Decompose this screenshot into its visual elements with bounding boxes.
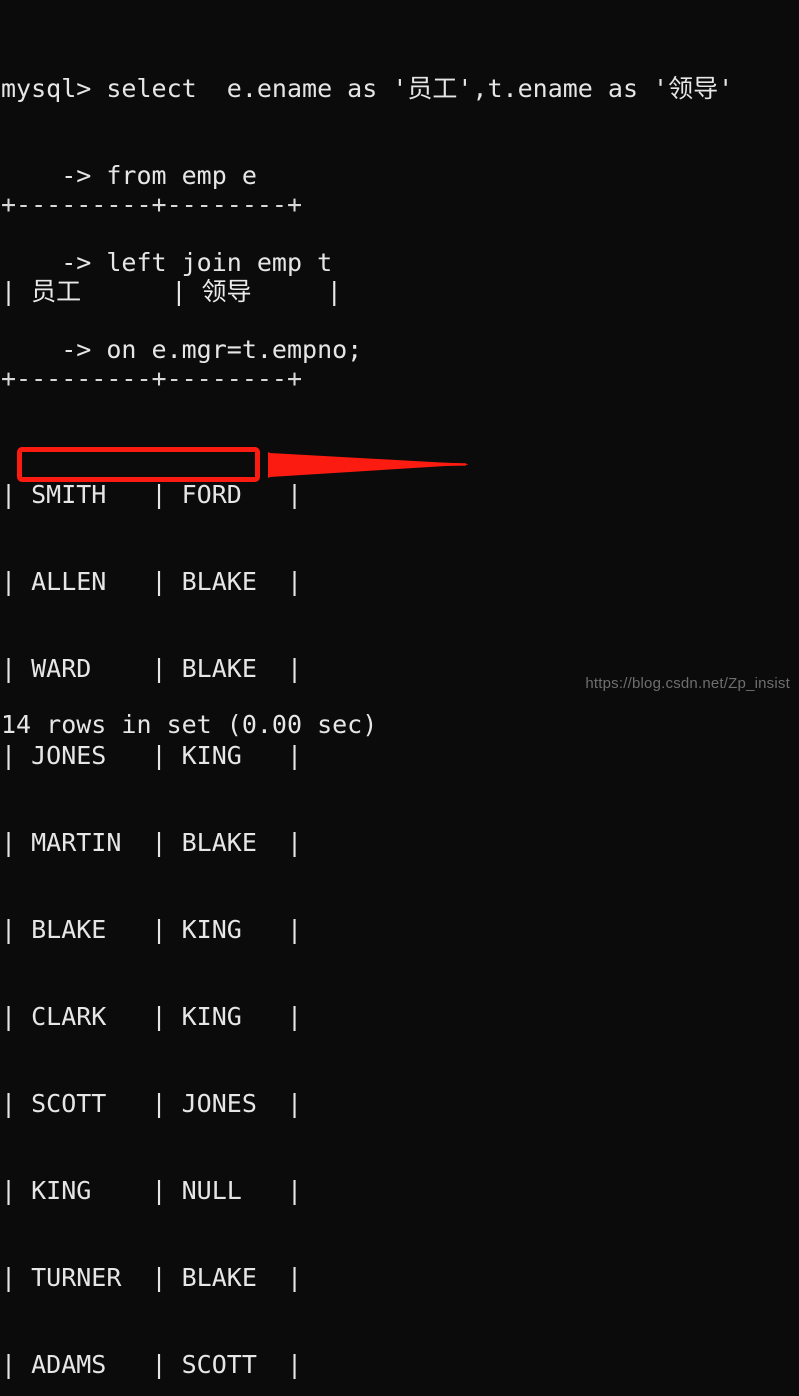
sql-query-line-1: mysql> select e.ename as '员工',t.ename as… <box>1 74 734 103</box>
table-header-separator: +---------+--------+ <box>1 364 303 393</box>
table-header-row: | 员工 | 领导 | <box>1 277 342 306</box>
table-top-border: +---------+--------+ <box>1 190 303 219</box>
table-row: | CLARK | KING | <box>1 1002 303 1031</box>
watermark-text: https://blog.csdn.net/Zp_insist <box>585 675 790 692</box>
rows-in-set-status: 14 rows in set (0.00 sec) <box>1 710 378 739</box>
table-row: | SCOTT | JONES | <box>1 1089 303 1118</box>
query-status-block: 14 rows in set (0.00 sec) <box>0 652 377 797</box>
table-row: | SMITH | FORD | <box>1 480 303 509</box>
table-row: | ALLEN | BLAKE | <box>1 567 303 596</box>
table-row: | MARTIN | BLAKE | <box>1 828 303 857</box>
table-row: | ADAMS | SCOTT | <box>1 1350 303 1379</box>
table-row: | BLAKE | KING | <box>1 915 303 944</box>
table-row-highlighted: | KING | NULL | <box>1 1176 303 1205</box>
table-row: | TURNER | BLAKE | <box>1 1263 303 1292</box>
mysql-terminal-window: mysql> select e.ename as '员工',t.ename as… <box>0 0 799 1379</box>
